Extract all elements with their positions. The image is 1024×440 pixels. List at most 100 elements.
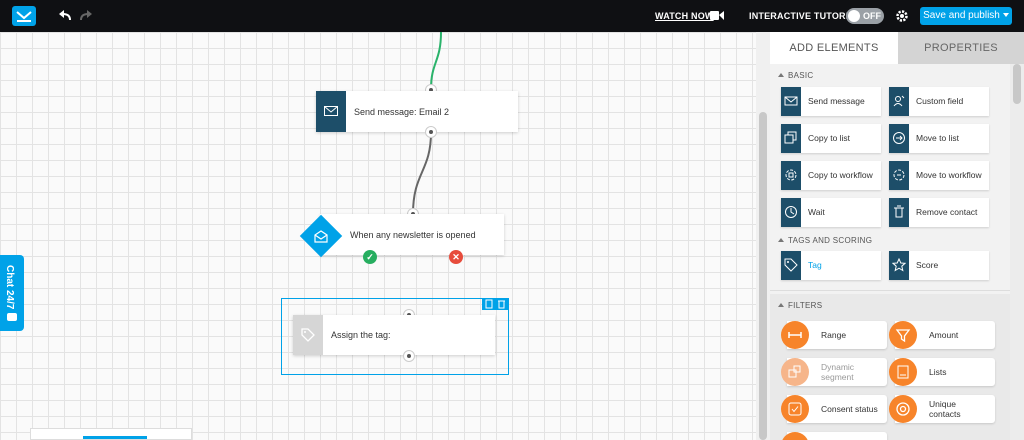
envelope-logo-icon — [16, 11, 32, 22]
top-bar: WATCH NOW INTERACTIVE TUTORIAL OFF Save … — [0, 0, 1024, 32]
card-label: Move to workflow — [916, 170, 982, 180]
video-camera-icon[interactable] — [710, 10, 724, 21]
gear-icon[interactable] — [895, 9, 909, 23]
filter-icon-circle — [781, 358, 809, 386]
undo-icon[interactable] — [58, 8, 72, 22]
card-label: Move to list — [916, 133, 959, 143]
node-label: Send message: Email 2 — [354, 107, 450, 117]
chevron-down-icon — [1002, 13, 1009, 18]
node-label: When any newsletter is opened — [350, 230, 476, 240]
connector-green — [430, 32, 442, 90]
scrollbar-thumb[interactable] — [759, 112, 767, 440]
element-remove-contact[interactable]: Remove contact — [889, 198, 989, 227]
assign-tag-node[interactable]: Assign the tag: — [293, 315, 495, 355]
card-icon-box — [889, 161, 909, 190]
element-copy-to-workflow[interactable]: Copy to workflow — [781, 161, 881, 190]
card-icon-box — [889, 87, 909, 116]
trash-icon[interactable] — [497, 299, 506, 309]
section-filters[interactable]: FILTERS — [778, 301, 822, 310]
element-tag[interactable]: Tag — [781, 251, 881, 280]
card-label: Wait — [808, 207, 825, 217]
element-move-to-workflow[interactable]: Move to workflow — [889, 161, 989, 190]
card-label: Remove contact — [916, 207, 978, 217]
filter-icon-circle — [889, 358, 917, 386]
redo-icon[interactable] — [79, 8, 93, 22]
chat-label: Chat 24/7 — [4, 265, 15, 310]
filter-icon-circle — [781, 395, 809, 423]
copy-icon — [784, 131, 797, 144]
card-icon-box — [781, 87, 801, 116]
node-tools — [482, 298, 509, 310]
panel-scrollbar[interactable] — [1010, 64, 1024, 440]
collapse-icon — [778, 73, 784, 77]
tab-add-elements[interactable]: ADD ELEMENTS — [770, 32, 898, 64]
collapse-icon — [778, 303, 784, 307]
node-icon-box — [316, 91, 346, 132]
workflow-canvas[interactable]: Send message: Email 2 When any newslette… — [0, 32, 756, 440]
node-output-port[interactable] — [425, 126, 437, 138]
element-move-to-list[interactable]: Move to list — [889, 124, 989, 153]
section-label: FILTERS — [788, 301, 823, 310]
tutorial-toggle[interactable]: OFF — [846, 8, 884, 24]
node-label: Assign the tag: — [331, 330, 391, 340]
filter-range[interactable]: Range — [781, 321, 887, 349]
chat-tab[interactable]: Chat 24/7 — [0, 255, 24, 331]
element-score[interactable]: Score — [889, 251, 989, 280]
card-label: Tag — [808, 260, 822, 270]
list-icon — [897, 365, 909, 379]
filter-label: Lists — [929, 367, 947, 377]
copy-node-icon[interactable] — [485, 299, 494, 309]
card-icon-box — [781, 124, 801, 153]
zoom-control[interactable] — [30, 428, 192, 440]
section-basic[interactable]: BASIC — [778, 71, 814, 80]
card-label: Score — [916, 260, 939, 270]
scrollbar-thumb[interactable] — [1013, 64, 1021, 104]
envelope-icon — [784, 96, 798, 106]
filter-label: Consent status — [821, 404, 878, 414]
filter-consent-status[interactable]: Consent status — [781, 395, 887, 423]
condition-node[interactable]: When any newsletter is opened — [320, 214, 504, 255]
label-line-1: Dynamic — [821, 362, 855, 372]
element-send-message[interactable]: Send message — [781, 87, 881, 116]
yes-branch-check-icon[interactable]: ✓ — [363, 250, 377, 264]
label-line-2: contacts — [929, 409, 961, 419]
logo[interactable] — [12, 6, 36, 26]
save-and-publish-label: Save and publish — [923, 10, 1000, 21]
filter-lists[interactable]: Lists — [889, 358, 995, 386]
filter-unique-contacts[interactable]: Unique contacts — [889, 395, 995, 423]
card-icon-box — [781, 251, 801, 280]
filter-label: Dynamic segment — [821, 362, 854, 382]
card-icon-box — [889, 124, 909, 153]
filter-dynamic-segment[interactable]: Dynamic segment — [781, 358, 887, 386]
node-icon-box — [293, 315, 323, 355]
toggle-knob — [848, 10, 860, 22]
person-edit-icon — [893, 95, 905, 107]
envelope-icon — [324, 106, 338, 116]
filter-icon-circle — [781, 321, 809, 349]
arrow-circle-icon — [893, 132, 905, 144]
filter-more[interactable] — [781, 432, 887, 440]
no-branch-close-icon[interactable]: ✕ — [449, 250, 463, 264]
section-tags-scoring[interactable]: TAGS AND SCORING — [778, 236, 872, 245]
tag-output-port[interactable] — [403, 350, 415, 362]
tab-properties[interactable]: PROPERTIES — [898, 32, 1024, 64]
element-copy-to-list[interactable]: Copy to list — [781, 124, 881, 153]
card-icon-box — [889, 251, 909, 280]
filter-amount[interactable]: Amount — [889, 321, 995, 349]
filter-icon-circle — [889, 321, 917, 349]
watch-now-link[interactable]: WATCH NOW — [655, 11, 714, 21]
elements-panel: ADD ELEMENTS PROPERTIES BASIC Send messa… — [770, 32, 1024, 440]
card-label: Copy to workflow — [808, 170, 873, 180]
save-and-publish-button[interactable]: Save and publish — [920, 7, 1012, 25]
card-label: Custom field — [916, 96, 964, 106]
card-label: Send message — [808, 96, 865, 106]
zoom-slider[interactable] — [83, 436, 147, 439]
canvas-scrollbar[interactable] — [756, 32, 770, 440]
send-message-node[interactable]: Send message: Email 2 — [316, 91, 518, 132]
segment-icon — [788, 365, 801, 378]
filter-label: Amount — [929, 330, 959, 340]
section-label: TAGS AND SCORING — [788, 236, 873, 245]
element-wait[interactable]: Wait — [781, 198, 881, 227]
at-icon — [896, 402, 910, 416]
element-custom-field[interactable]: Custom field — [889, 87, 989, 116]
